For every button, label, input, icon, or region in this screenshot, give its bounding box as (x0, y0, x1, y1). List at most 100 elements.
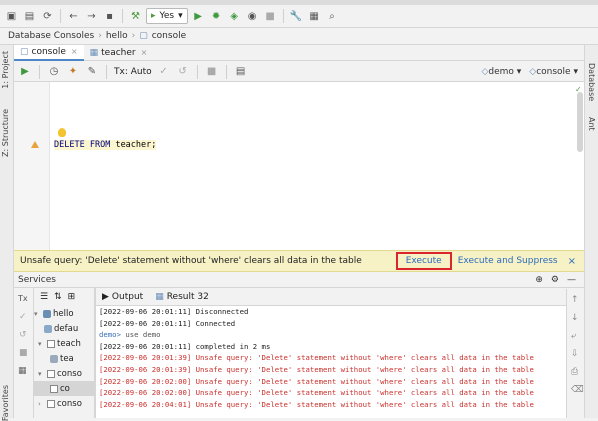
folder-icon[interactable]: ▣ (4, 9, 19, 24)
save-icon[interactable]: ▤ (22, 9, 37, 24)
tree-node[interactable]: › conso (34, 396, 94, 411)
log-line: demo> use demo (99, 330, 161, 340)
database-tool-tab[interactable]: Database (587, 63, 596, 101)
execute-button[interactable]: Execute (395, 252, 452, 270)
wrench-icon[interactable]: ✎ (85, 65, 99, 79)
run-config-select[interactable]: ▸ Yes ▾ (146, 8, 188, 24)
check-icon[interactable]: ✓ (19, 312, 27, 322)
datasource-select[interactable]: ◇demo ▾ (481, 67, 521, 77)
run-anything-icon[interactable]: ▪ (102, 9, 117, 24)
notification-message: Unsafe query: 'Delete' statement without… (20, 256, 362, 266)
coverage-icon[interactable]: ◈ (227, 9, 242, 24)
log-line: [2022-09-06 20:01:11] Disconnected (99, 307, 249, 316)
globe-icon[interactable]: ⊕ (535, 275, 543, 285)
forward-arrow-icon[interactable]: → (84, 9, 99, 24)
breadcrumb-item[interactable]: hello (106, 31, 128, 41)
favorites-tool-tab[interactable]: Favorites (1, 385, 10, 421)
toolbar-separator (60, 9, 61, 23)
toolbar-separator (196, 64, 198, 79)
layout-icon[interactable]: ▤ (234, 65, 248, 79)
prompt-label: demo> (99, 330, 121, 340)
wrench-icon[interactable]: 🔧 (289, 9, 304, 24)
project-tool-tab[interactable]: 1: Project (1, 51, 10, 89)
back-arrow-icon[interactable]: ← (66, 9, 81, 24)
execute-and-suppress-button[interactable]: Execute and Suppress (458, 256, 558, 266)
soft-wrap-icon[interactable]: ⤶ (571, 331, 576, 341)
minimize-icon[interactable]: — (567, 275, 576, 285)
close-icon[interactable]: × (568, 256, 576, 267)
output-log: [2022-09-06 20:01:11] Disconnected [2022… (96, 306, 566, 418)
log-line-error: [2022-09-06 20:04:01] Unsafe query: 'Del… (99, 399, 534, 409)
history-icon[interactable]: ◷ (47, 65, 61, 79)
tab-output[interactable]: ▶ Output (102, 292, 143, 302)
structure-tool-tab[interactable]: Z: Structure (1, 109, 10, 157)
commit-icon[interactable]: ✓ (157, 65, 171, 79)
editor-gutter (14, 82, 50, 250)
build-hammer-icon[interactable]: ⚒ (128, 9, 143, 24)
tree-node[interactable]: defau (34, 321, 94, 336)
warning-icon (31, 141, 39, 148)
tree-node[interactable]: ▾ conso (34, 366, 94, 381)
run-icon[interactable]: ▶ (191, 9, 206, 24)
debug-icon[interactable]: ✹ (209, 9, 224, 24)
editor-scrollbar[interactable] (576, 82, 584, 250)
collapse-all-icon[interactable]: ⇅ (54, 292, 62, 302)
settings-icon[interactable]: ✦ (66, 65, 80, 79)
left-tool-strip: 1: Project Z: Structure Favorites (0, 45, 14, 421)
search-icon[interactable]: ⌕ (325, 9, 340, 24)
services-tree: ▾ hello defau ▾ teach tea ▾ conso co › conso (34, 306, 94, 418)
console-icon (47, 339, 55, 348)
stop-icon[interactable]: ■ (205, 65, 219, 79)
tree-node[interactable]: ▾ teach (34, 336, 94, 351)
sync-icon[interactable]: ⟳ (40, 9, 55, 24)
grid-icon[interactable]: ▦ (18, 366, 27, 376)
tree-node[interactable]: ▾ hello (34, 306, 94, 321)
toolbar-separator (225, 64, 227, 79)
stop-icon[interactable]: ■ (263, 9, 278, 24)
session-select[interactable]: ◇console ▾ (529, 67, 578, 77)
console-icon (50, 384, 58, 393)
project-structure-icon[interactable]: ▦ (307, 9, 322, 24)
tx-mode-select[interactable]: Tx: Auto (114, 67, 152, 77)
tab-result[interactable]: ▦ Result 32 (155, 292, 209, 302)
tab-console[interactable]: ▢ console × (14, 44, 84, 61)
scrollbar-thumb[interactable] (577, 92, 583, 152)
database-icon (43, 309, 51, 318)
group-icon[interactable]: ⊞ (68, 292, 76, 302)
up-arrow-icon[interactable]: ↑ (571, 295, 579, 305)
code-line[interactable]: DELETE FROM teacher; (54, 140, 157, 150)
rollback-icon[interactable]: ↺ (176, 65, 190, 79)
unsafe-query-notification: Unsafe query: 'Delete' statement without… (14, 250, 584, 272)
ant-tool-tab[interactable]: Ant (587, 117, 596, 131)
scroll-to-end-icon[interactable]: ⇩ (571, 349, 579, 359)
rollback-icon[interactable]: ↺ (19, 330, 27, 340)
sql-editor[interactable]: DELETE FROM teacher; ✓ (14, 82, 584, 250)
clear-all-icon[interactable]: ⌫ (571, 385, 584, 395)
print-icon[interactable]: ⎙ (571, 367, 578, 377)
gear-icon[interactable]: ⚙ (551, 275, 559, 285)
lightbulb-icon[interactable] (58, 128, 66, 137)
run-config-label: Yes (159, 11, 175, 21)
close-icon[interactable]: × (71, 47, 78, 56)
log-line-error: [2022-09-06 20:02:00] Unsafe query: 'Del… (99, 388, 534, 398)
output-side-toolbar: ↑ ↓ ⤶ ⇩ ⎙ ⌫ (566, 289, 584, 418)
tree-node-selected[interactable]: co (34, 381, 94, 396)
breadcrumb-item[interactable]: console (152, 31, 186, 41)
breadcrumb-separator: › (131, 31, 136, 41)
editor-tab-bar: ▢ console × ▦ teacher × (14, 44, 584, 61)
tree-node[interactable]: tea (34, 351, 94, 366)
right-tool-strip: Database Ant (584, 45, 598, 418)
log-line: [2022-09-06 20:01:11] Connected (99, 318, 236, 328)
tab-teacher[interactable]: ▦ teacher × (84, 45, 154, 61)
breadcrumb-item[interactable]: Database Consoles (8, 31, 94, 41)
close-icon[interactable]: × (141, 48, 148, 57)
stop-icon[interactable]: ■ (19, 348, 28, 358)
services-title: Services (18, 274, 56, 285)
execute-icon[interactable]: ▶ (18, 65, 32, 79)
toolbar-separator (106, 64, 107, 79)
expand-all-icon[interactable]: ☰ (40, 292, 48, 302)
down-arrow-icon[interactable]: ↓ (571, 313, 579, 323)
profile-icon[interactable]: ◉ (245, 9, 260, 24)
output-icon: ▶ (102, 292, 109, 302)
services-side-toolbar: Tx ✓ ↺ ■ ▦ (14, 288, 34, 418)
